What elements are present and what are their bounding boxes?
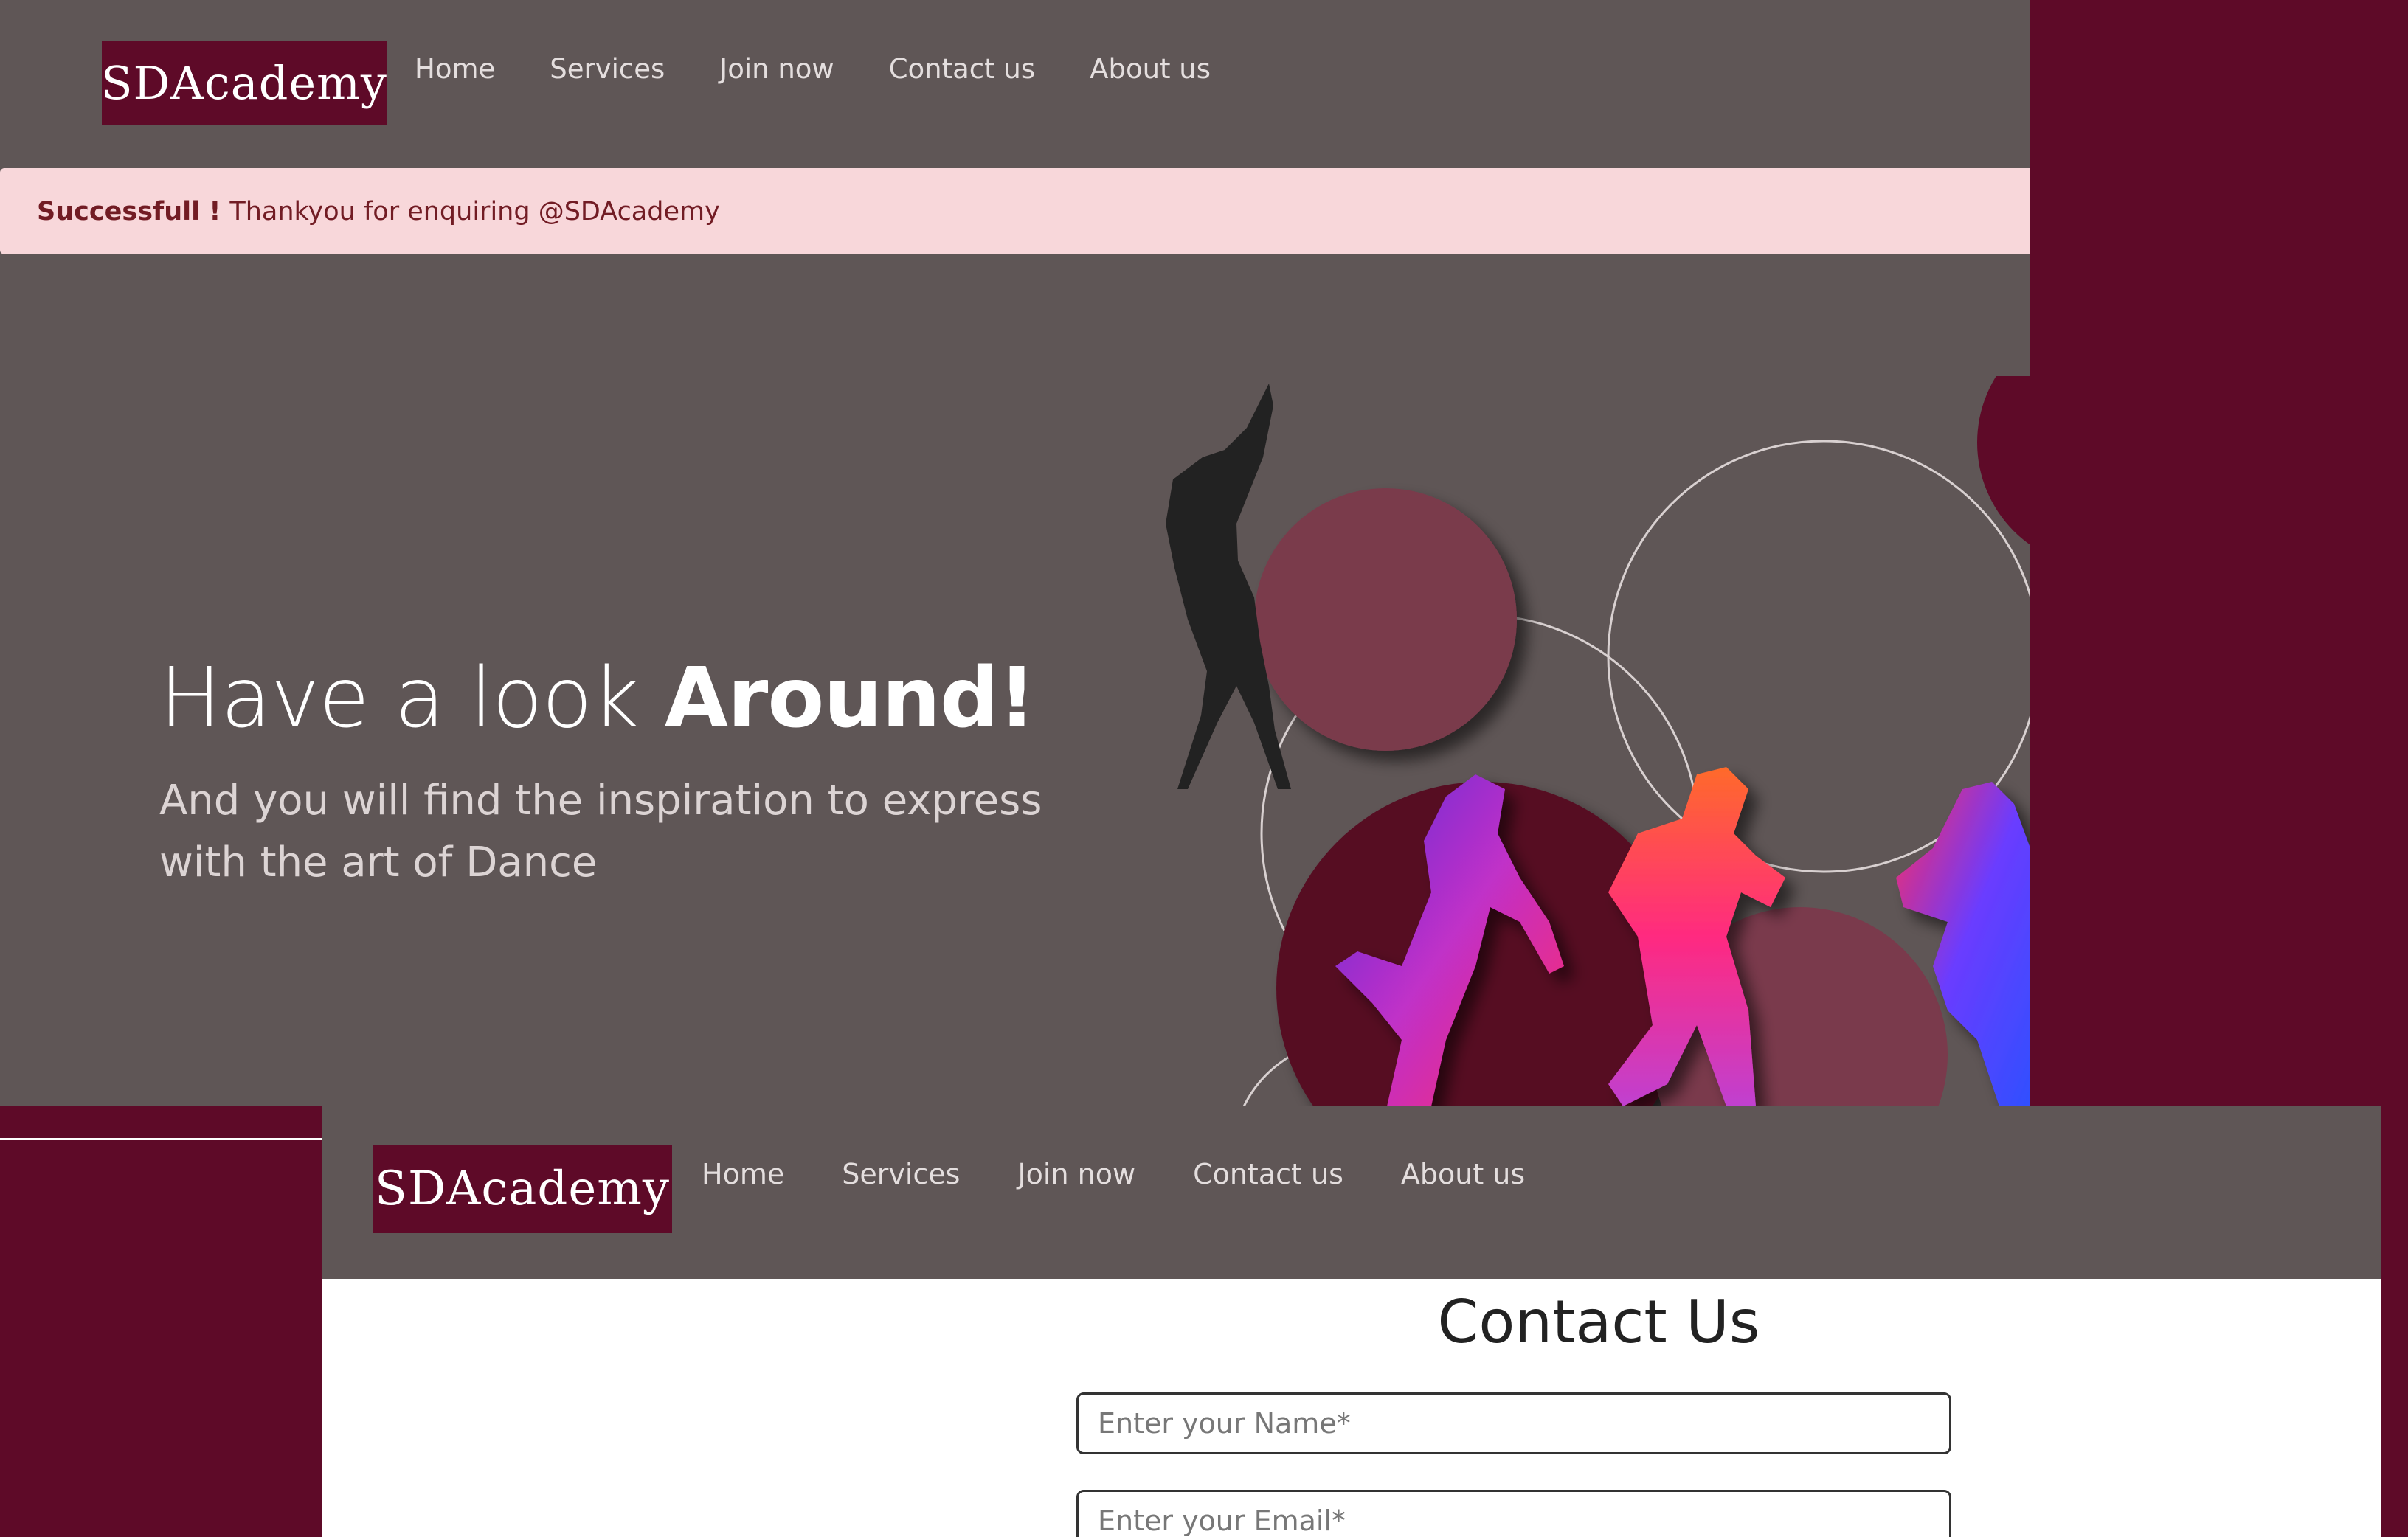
email-input[interactable] — [1076, 1490, 1951, 1537]
success-alert: Successfull ! Thankyou for enquiring @SD… — [0, 168, 2030, 254]
hero-section: Have a look Around! And you will find th… — [159, 649, 1118, 894]
nav-about-us[interactable]: About us — [1090, 53, 1211, 85]
nav-about-us[interactable]: About us — [1401, 1158, 1525, 1190]
hero-heading: Have a look Around! — [159, 649, 1118, 748]
hero-heading-light: Have a look — [159, 650, 665, 746]
site-logo[interactable]: SDAcademy — [373, 1145, 672, 1233]
nav-contact-us[interactable]: Contact us — [889, 53, 1035, 85]
main-nav: Home Services Join now Contact us About … — [702, 1158, 1582, 1190]
alert-strong: Successfull ! — [37, 196, 221, 226]
contact-title: Contact Us — [1437, 1288, 1760, 1356]
nav-services[interactable]: Services — [842, 1158, 960, 1190]
nav-join-now[interactable]: Join now — [719, 53, 834, 85]
hero-heading-bold: Around! — [664, 650, 1037, 746]
home-page-window: SDAcademy Home Services Join now Contact… — [0, 0, 2030, 1106]
contact-page-window: SDAcademy Home Services Join now Contact… — [322, 1106, 2381, 1537]
top-navbar: SDAcademy Home Services Join now Contact… — [0, 0, 2030, 168]
divider-line — [0, 1138, 322, 1140]
nav-home[interactable]: Home — [702, 1158, 784, 1190]
decor-circle — [1254, 488, 1517, 751]
site-logo[interactable]: SDAcademy — [101, 41, 387, 125]
name-input[interactable] — [1076, 1392, 1951, 1454]
contact-navbar: SDAcademy Home Services Join now Contact… — [322, 1106, 2381, 1279]
hero-subtitle: And you will find the inspiration to exp… — [159, 777, 1042, 887]
alert-message: Thankyou for enquiring @SDAcademy — [229, 196, 720, 226]
nav-join-now[interactable]: Join now — [1017, 1158, 1135, 1190]
nav-services[interactable]: Services — [550, 53, 665, 85]
nav-contact-us[interactable]: Contact us — [1193, 1158, 1343, 1190]
main-nav: Home Services Join now Contact us About … — [415, 53, 1265, 85]
nav-home[interactable]: Home — [415, 53, 495, 85]
dancers-illustration-icon — [1166, 376, 2030, 1106]
